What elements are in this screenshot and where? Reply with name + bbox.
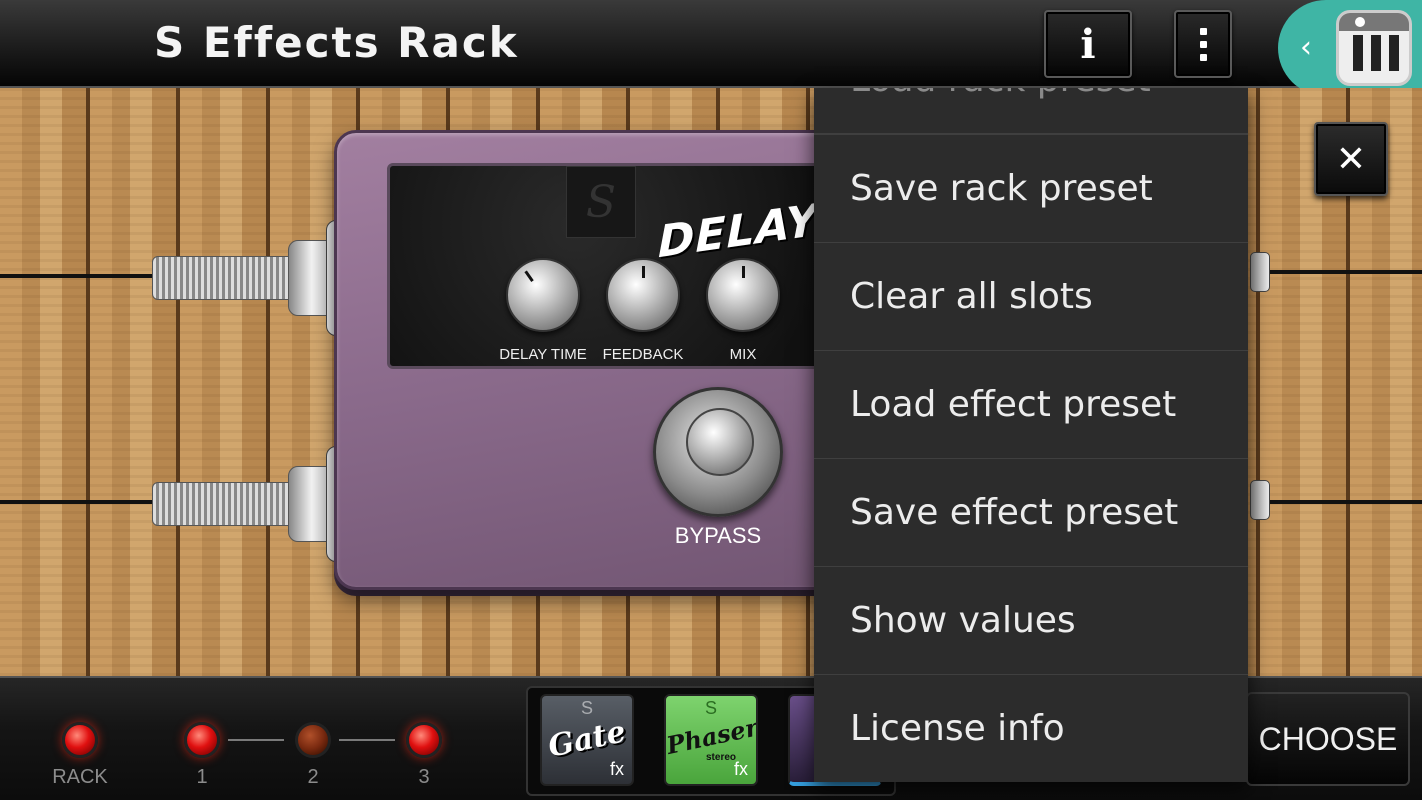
slot-fx-tag: fx <box>733 759 748 779</box>
close-effect-button[interactable]: ✕ <box>1314 122 1388 196</box>
chevron-left-icon: ‹ <box>1300 30 1312 65</box>
mix-label: MIX <box>729 346 757 363</box>
slot-2-label: 2 <box>307 766 319 788</box>
overflow-menu: Load rack preset Save rack preset Clear … <box>814 88 1248 782</box>
slot-3-label: 3 <box>418 766 430 788</box>
output-jack-right[interactable] <box>1250 480 1270 520</box>
piano-app-icon <box>1336 10 1412 86</box>
info-button[interactable]: i <box>1044 10 1132 78</box>
more-vertical-icon <box>1199 27 1207 35</box>
menu-item-load-rack-preset[interactable]: Load rack preset <box>814 88 1248 134</box>
slot-effect-subtitle: stereo <box>705 752 736 763</box>
choose-button[interactable]: CHOOSE <box>1246 692 1410 786</box>
rack-led-label: RACK <box>52 766 108 788</box>
input-cable <box>0 500 160 504</box>
feedback-knob[interactable] <box>606 258 680 332</box>
slot-1-led[interactable] <box>184 722 220 758</box>
menu-item-load-effect-preset[interactable]: Load effect preset <box>814 350 1248 458</box>
menu-item-clear-all-slots[interactable]: Clear all slots <box>814 242 1248 350</box>
top-app-bar: S Effects Rack i <box>0 0 1422 88</box>
chain-connector <box>228 739 284 741</box>
slot-1-label: 1 <box>196 766 208 788</box>
pedal-logo: S <box>566 166 636 238</box>
slot-fx-tag: fx <box>609 759 624 779</box>
menu-item-show-values[interactable]: Show values <box>814 566 1248 674</box>
effect-slot-phaser[interactable]: S Phaser stereo fx <box>664 694 758 786</box>
rack-led[interactable] <box>62 722 98 758</box>
mix-knob[interactable] <box>706 258 780 332</box>
app-launcher-tab[interactable]: ‹ <box>1278 0 1422 96</box>
slot-3-led[interactable] <box>406 722 442 758</box>
bypass-label: BYPASS <box>674 523 762 548</box>
pedal-control-panel: S DELAY DELAY TIME FEEDBACK MIX <box>387 163 851 369</box>
output-cable <box>1266 500 1422 504</box>
slot-2-led[interactable] <box>295 722 331 758</box>
menu-item-license-info[interactable]: License info <box>814 674 1248 782</box>
output-cable <box>1266 270 1422 274</box>
close-icon: ✕ <box>1335 138 1367 180</box>
chain-connector <box>339 739 395 741</box>
input-cable <box>0 274 160 278</box>
delay-pedal: S DELAY DELAY TIME FEEDBACK MIX BYPASS <box>334 130 854 590</box>
output-jack-left[interactable] <box>1250 252 1270 292</box>
menu-item-save-effect-preset[interactable]: Save effect preset <box>814 458 1248 566</box>
bypass-footswitch[interactable] <box>653 387 783 517</box>
effect-slot-gate[interactable]: S Gate fx <box>540 694 634 786</box>
overflow-menu-button[interactable] <box>1174 10 1232 78</box>
menu-item-save-rack-preset[interactable]: Save rack preset <box>814 134 1248 242</box>
app-title: S Effects Rack <box>154 18 519 67</box>
delay-time-knob[interactable] <box>506 258 580 332</box>
